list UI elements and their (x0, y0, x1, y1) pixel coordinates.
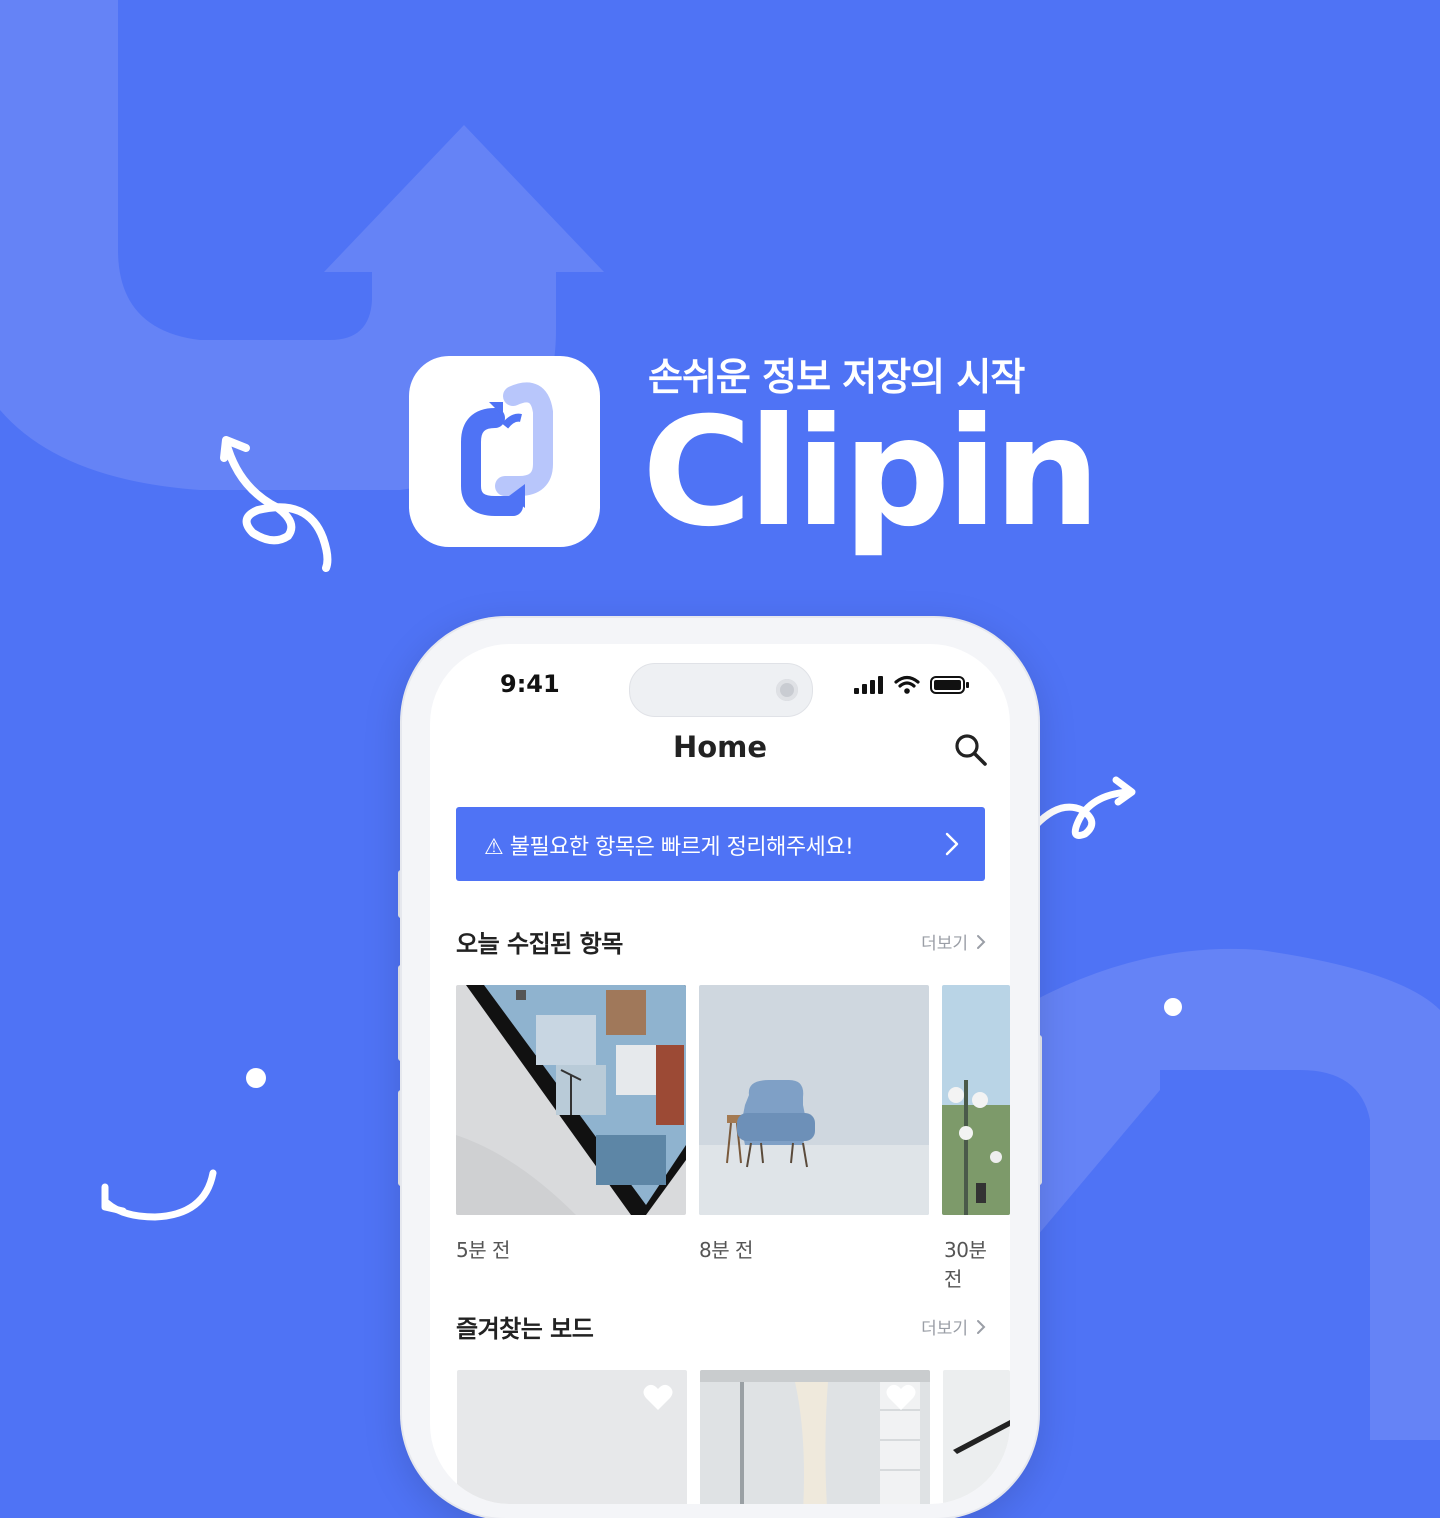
signal-icon (854, 676, 883, 694)
notice-banner[interactable]: ⚠ 불필요한 항목은 빠르게 정리해주세요! (456, 807, 985, 881)
phone-photo-image (456, 985, 686, 1215)
collected-item-thumbnail[interactable] (942, 985, 1010, 1215)
more-label: 더보기 (921, 934, 968, 954)
more-label: 더보기 (921, 1319, 968, 1339)
camera-icon (776, 679, 798, 701)
favorites-more-link[interactable]: 더보기 (921, 1314, 986, 1339)
curly-arrow-doodle-right (1032, 776, 1136, 839)
curly-arrow-doodle-left (220, 436, 332, 572)
background-bottom-shape (1000, 948, 1440, 1440)
dynamic-island (629, 663, 813, 717)
item-time-label: 5분 전 (456, 1238, 510, 1262)
today-section-title: 오늘 수집된 항목 (456, 930, 623, 958)
collected-item-thumbnail[interactable] (699, 985, 929, 1215)
favorite-board-card[interactable] (457, 1370, 687, 1504)
search-icon[interactable] (954, 733, 988, 767)
chevron-right-icon (977, 1319, 986, 1334)
favorite-board-card[interactable] (943, 1370, 1010, 1504)
brand-name: Clipin (642, 386, 1100, 560)
chair-photo-image (699, 985, 929, 1215)
chevron-right-icon (945, 832, 959, 856)
battery-icon (930, 676, 969, 694)
status-time: 9:41 (500, 670, 560, 698)
wifi-icon (894, 675, 920, 694)
today-more-link[interactable]: 더보기 (921, 929, 986, 954)
app-logo-icon (409, 356, 600, 547)
board-cover-image (943, 1370, 1010, 1504)
decor-dot (246, 1068, 266, 1088)
favorites-section-title: 즐겨찾는 보드 (456, 1315, 594, 1343)
item-time-label: 8분 전 (699, 1238, 753, 1262)
item-time-label: 30분 전 (944, 1238, 987, 1291)
curved-arrow-doodle-bottom (101, 1169, 217, 1221)
street-photo-image (942, 985, 1010, 1215)
collected-item-thumbnail[interactable] (456, 985, 686, 1215)
phone-screen: 9:41 Home ⚠ 불필요한 항목은 빠르게 정리해주세요! 오늘 수집된 … (430, 644, 1010, 1504)
decor-dot (1164, 998, 1182, 1016)
status-icons (854, 674, 970, 696)
favorite-board-card[interactable] (700, 1370, 930, 1504)
notice-text: ⚠ 불필요한 항목은 빠르게 정리해주세요! (484, 835, 854, 860)
heart-icon[interactable] (886, 1384, 916, 1412)
chevron-right-icon (977, 934, 986, 949)
heart-icon[interactable] (643, 1384, 673, 1412)
page-title: Home (672, 730, 768, 764)
